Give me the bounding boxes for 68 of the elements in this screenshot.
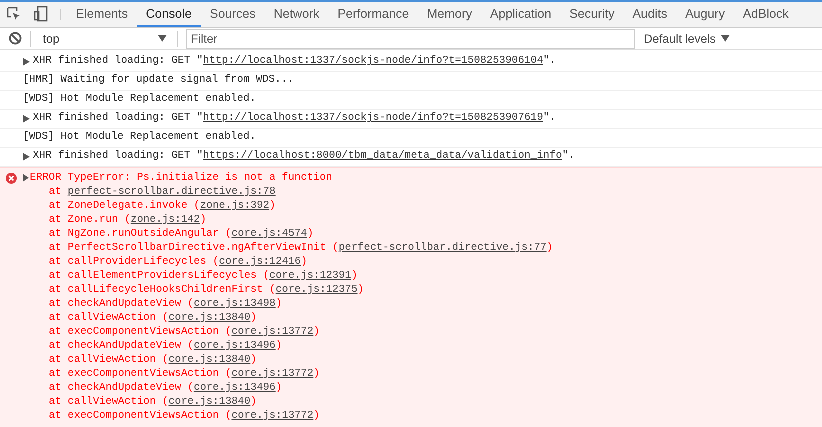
stack-frame: at Zone.run (zone.js:142) <box>49 214 207 226</box>
stack-frame: at callViewAction (core.js:13840) <box>49 396 257 408</box>
stack-frame: at checkAndUpdateView (core.js:13496) <box>49 382 282 394</box>
source-link[interactable]: zone.js:392 <box>200 200 270 212</box>
panel-tab[interactable]: Sources <box>200 2 265 28</box>
stack-frame: at callViewAction (core.js:13840) <box>49 354 257 366</box>
panel-tab[interactable]: Console <box>137 2 201 28</box>
stack-frame: at callElementProvidersLifecycles (core.js:12391) <box>49 270 358 282</box>
stack-frame: at perfect-scrollbar.directive.js:78 <box>49 186 276 198</box>
stack-frame: at callLifecycleHooksChildrenFirst (core.js:12375) <box>49 284 364 296</box>
panel-tab[interactable]: Network <box>264 2 329 28</box>
source-link[interactable]: core.js:13772 <box>232 326 314 338</box>
source-link[interactable]: core.js:13498 <box>194 298 276 310</box>
panel-tab[interactable]: Augury <box>676 2 734 28</box>
stack-frame: at execComponentViewsAction (core.js:13772) <box>49 326 320 338</box>
caret-icon <box>158 35 167 42</box>
panel-tab[interactable]: Performance <box>328 2 418 28</box>
log-message: XHR finished loading: GET "https://localhost:8000/tbm_data/meta_data/validation_info". <box>33 149 575 164</box>
device-icon <box>34 6 48 22</box>
panel-tab[interactable]: AdBlock <box>734 2 798 28</box>
source-link[interactable]: core.js:13840 <box>168 354 251 366</box>
expand-triangle-icon[interactable] <box>23 115 30 124</box>
source-link[interactable]: core.js:12416 <box>219 256 302 268</box>
cursor-select-icon <box>7 7 21 22</box>
log-message: [HMR] Waiting for update signal from WDS... <box>23 73 294 88</box>
source-link[interactable]: core.js:12391 <box>270 270 352 282</box>
stack-frame: at execComponentViewsAction (core.js:13772) <box>49 410 320 422</box>
stack-frame: at PerfectScrollbarDirective.ngAfterViewInit (perfect-scrollbar.directive.js:77) <box>49 242 554 254</box>
panel-tab[interactable]: Elements <box>67 2 138 28</box>
clear-icon <box>8 32 22 46</box>
panel-tab[interactable]: Audits <box>624 2 676 28</box>
source-link[interactable]: core.js:4574 <box>232 228 308 240</box>
stack-frame: at checkAndUpdateView (core.js:13496) <box>49 340 282 352</box>
stack-frame: at callProviderLifecycles (core.js:12416) <box>49 256 308 268</box>
caret-icon <box>721 35 730 42</box>
error-text: ERROR TypeError: Ps.initialize is not a function <box>30 171 332 186</box>
stack-frame: at NgZone.runOutsideAngular (core.js:4574) <box>49 228 314 240</box>
source-link[interactable]: perfect-scrollbar.directive.js:77 <box>338 242 547 254</box>
log-levels-dropdown[interactable]: Default levels <box>644 30 730 48</box>
url-link[interactable]: https://localhost:8000/tbm_data/meta_data/validation_info <box>203 150 562 162</box>
source-link[interactable]: core.js:13772 <box>232 368 314 380</box>
log-message: [WDS] Hot Module Replacement enabled. <box>23 130 256 146</box>
expand-triangle-icon[interactable] <box>23 58 30 66</box>
source-link[interactable]: core.js:13840 <box>168 312 251 324</box>
error-icon <box>6 172 17 184</box>
context-dropdown[interactable]: top <box>31 30 171 48</box>
source-link[interactable]: zone.js:142 <box>130 214 200 226</box>
log-message: [WDS] Hot Module Replacement enabled. <box>23 92 256 108</box>
panel-tab[interactable]: Application <box>481 2 561 28</box>
panel-tab[interactable]: Security <box>560 2 624 28</box>
source-link[interactable]: core.js:12375 <box>276 284 358 296</box>
expand-triangle-icon[interactable] <box>23 174 29 182</box>
log-message: XHR finished loading: GET "http://localhost:1337/sockjs-node/info?t=1508253907619". <box>33 111 556 126</box>
source-link[interactable]: core.js:13496 <box>194 382 276 394</box>
source-link[interactable]: core.js:13840 <box>168 396 251 408</box>
log-message: XHR finished loading: GET "http://localhost:1337/sockjs-node/info?t=1508253906104". <box>33 54 556 70</box>
url-link[interactable]: http://localhost:1337/sockjs-node/info?t=1508253907619 <box>203 112 544 124</box>
source-link[interactable]: core.js:13772 <box>232 410 314 422</box>
panel-tab[interactable]: Memory <box>418 2 482 28</box>
stack-frame: at checkAndUpdateView (core.js:13498) <box>49 298 282 310</box>
stack-frame: at execComponentViewsAction (core.js:13772) <box>49 368 320 380</box>
url-link[interactable]: http://localhost:1337/sockjs-node/info?t=1508253906104 <box>203 55 544 68</box>
filter-field[interactable]: Filter <box>186 28 635 49</box>
source-link[interactable]: core.js:13496 <box>194 340 276 352</box>
source-link[interactable]: perfect-scrollbar.directive.js:78 <box>68 186 276 198</box>
stack-frame: at callViewAction (core.js:13840) <box>49 312 257 324</box>
expand-triangle-icon[interactable] <box>23 153 30 162</box>
stack-frame: at ZoneDelegate.invoke (zone.js:392) <box>49 200 276 212</box>
